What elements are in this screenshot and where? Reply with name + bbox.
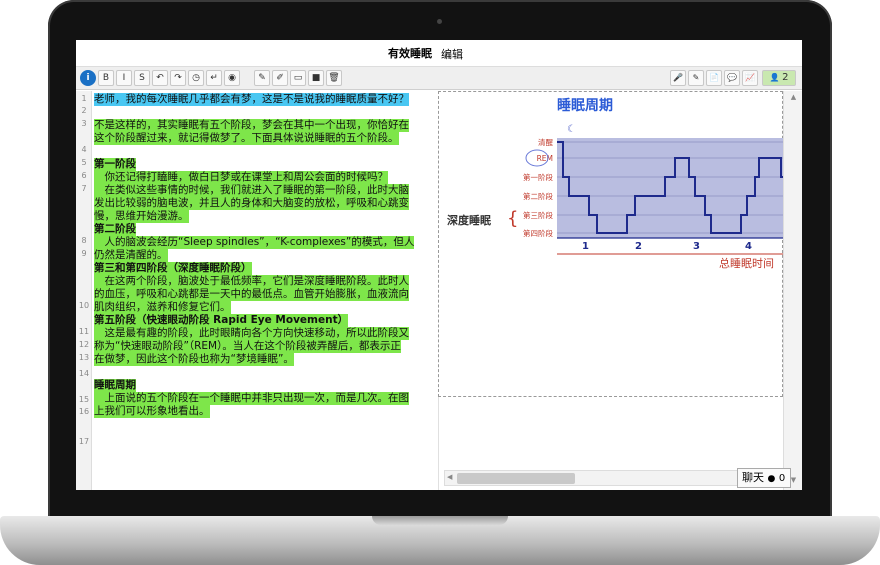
stage-label: 第三阶段 (523, 210, 553, 220)
rectangle-button[interactable]: ▭ (290, 70, 306, 86)
text-editor[interactable]: 老师，我的每次睡眠几乎都会有梦，这是不是说我的睡眠质量不好？ 不是这样的，其实睡眠… (94, 91, 438, 490)
editor-line: 睡眠周期 (94, 379, 136, 392)
horizontal-scrollbar[interactable]: ◀ (444, 470, 779, 486)
stage-label: 清醒 (538, 137, 553, 147)
line-number: 4 (81, 145, 87, 154)
line-number: 15 (78, 395, 90, 404)
strikethrough-button[interactable]: S (134, 70, 150, 86)
history-button[interactable]: ◷ (188, 70, 204, 86)
editor-line: 第三和第四阶段（深度睡眠阶段） (94, 262, 252, 275)
editor-line: 在做梦，因此这个阶段也称为“梦境睡眠”。 (94, 353, 294, 366)
sleep-cycle-diagram: 睡眠周期 ☾ 清醒 REM 第一阶段第二阶段第三阶段第四阶段 { 深度睡眠 1 2 3 4 总睡眠时间 (447, 98, 784, 270)
horizontal-scroll-thumb[interactable] (457, 473, 575, 484)
chat-count: 0 (778, 473, 786, 484)
editor-line: 这是最有趣的阶段，此时眼睛向各个方向快速移动，所以此阶段又 (94, 327, 409, 340)
editor-line: 称为“快速眼动阶段”（REM）。当人在这个阶段被弄醒后，都表示正 (94, 340, 401, 353)
brush-button[interactable]: ✐ (272, 70, 288, 86)
bold-button[interactable]: B (98, 70, 114, 86)
pencil-button[interactable]: ✎ (254, 70, 270, 86)
deep-sleep-label: 深度睡眠 (447, 213, 491, 227)
line-number: 12 (78, 340, 90, 349)
editor-line: 老师，我的每次睡眠几乎都会有梦，这是不是说我的睡眠质量不好？ (94, 93, 409, 106)
line-number: 5 (81, 158, 87, 167)
moon-icon: ☾ (567, 124, 576, 135)
line-number: 7 (81, 184, 87, 193)
editor-line: 慢，思维开始漫游。 (94, 210, 189, 223)
line-number: 16 (78, 407, 90, 416)
app-window: 有效睡眠 编辑 i B I S ↶ ↷ ◷ ↵ ◉ ✎ ✐ ▭ ■ 🗑 🎤 ✎ 📄 💬 📈 👤 2 123456789… (76, 40, 802, 490)
chat-label: 聊天 (742, 471, 764, 484)
microphone-icon[interactable]: 🎤 (670, 70, 686, 86)
info-icon: i (80, 70, 96, 86)
scroll-up-icon[interactable]: ▲ (784, 93, 802, 101)
editor-line: 第一阶段 (94, 158, 136, 171)
line-number: 3 (81, 119, 87, 128)
trash-button[interactable]: 🗑 (326, 70, 342, 86)
line-break-button[interactable]: ↵ (206, 70, 222, 86)
cycle-label: 3 (693, 241, 700, 252)
line-number: 2 (81, 106, 87, 115)
editor-line: 第二阶段 (94, 223, 136, 236)
laptop-base (0, 516, 880, 565)
editor-line: 在这两个阶段，脑波处于最低频率，它们是深度睡眠阶段。此时人 (94, 275, 409, 288)
stage-label: 第二阶段 (523, 191, 553, 201)
x-axis-label: 总睡眠时间 (719, 256, 774, 270)
line-number: 6 (81, 171, 87, 180)
document-title: 有效睡眠 (388, 47, 432, 60)
editor-line: 肌肉组织，滋养和修复它们。 (94, 301, 231, 314)
line-number-gutter: 1 2 3 4 5 6 7 8 9 10 11 12 13 14 15 16 17 (76, 91, 92, 490)
cycle-label: 1 (582, 241, 589, 252)
line-number: 13 (78, 353, 90, 362)
users-count: 2 (782, 72, 789, 83)
chart-icon[interactable]: 📈 (742, 70, 758, 86)
scroll-left-icon[interactable]: ◀ (447, 473, 452, 481)
sleep-cycle-image: 睡眠周期 ☾ 清醒 REM 第一阶段第二阶段第三阶段第四阶段 { 深度睡眠 1 2 3 4 总睡眠时间 (438, 91, 784, 397)
editor-line: 第五阶段（快速眼动阶段 Rapid Eye Movement） (94, 314, 349, 327)
deep-sleep-brace: { (507, 208, 518, 229)
users-button[interactable]: 👤 2 (762, 70, 796, 86)
document-icon[interactable]: 📄 (706, 70, 722, 86)
editor-line: 在类似这些事情的时候，我们就进入了睡眠的第一阶段，此时大脑 (94, 184, 409, 197)
webcam-icon (437, 19, 442, 24)
comment-icon[interactable]: 💬 (724, 70, 740, 86)
chart-title: 睡眠周期 (557, 98, 613, 114)
marker-icon[interactable]: ✎ (688, 70, 704, 86)
editor-line: 不是这样的，其实睡眠有五个阶段，梦会在其中一个出现，你恰好在 (94, 119, 409, 132)
line-number: 8 (81, 236, 87, 245)
vertical-scrollbar[interactable]: ▲ ▼ (783, 91, 802, 490)
editor-line: 仍然是清醒的。 (94, 249, 168, 262)
line-number: 14 (78, 369, 90, 378)
stage-label: 第四阶段 (523, 228, 553, 238)
laptop-notch (372, 516, 508, 525)
fill-button[interactable]: ■ (308, 70, 324, 86)
toolbar: i B I S ↶ ↷ ◷ ↵ ◉ ✎ ✐ ▭ ■ 🗑 🎤 ✎ 📄 💬 📈 👤 2 (76, 66, 802, 90)
undo-button[interactable]: ↶ (152, 70, 168, 86)
editor-line: 上面说的五个阶段在一个睡眠中并非只出现一次，而是几次。在图 (94, 392, 409, 405)
stage-label: REM (537, 154, 553, 163)
editor-line: 发出比较弱的脑电波，并且人的身体和大脑变的放松，呼吸和心跳变 (94, 197, 409, 210)
redo-button[interactable]: ↷ (170, 70, 186, 86)
settings-button[interactable]: ◉ (224, 70, 240, 86)
user-icon: 👤 (769, 73, 783, 82)
cycle-label: 2 (635, 241, 642, 252)
editor-line: 你还记得打瞌睡，做白日梦或在课堂上和周公会面的时候吗？ (94, 171, 388, 184)
line-number: 1 (81, 94, 87, 103)
editor-line: 这个阶段醒过来，就记得做梦了。下面具体说说睡眠的五个阶段。 (94, 132, 399, 145)
editor-line: 上我们可以形象地看出。 (94, 405, 210, 418)
menu-edit[interactable]: 编辑 (441, 46, 463, 62)
title-bar: 有效睡眠 编辑 (76, 40, 802, 66)
chart-band (557, 138, 784, 238)
italic-button[interactable]: I (116, 70, 132, 86)
chat-bubble-icon: ● (767, 474, 776, 484)
line-number: 11 (78, 327, 90, 336)
line-number: 9 (81, 249, 87, 258)
editor-line: 的血压，呼吸和心跳都是一天中的最低点。血管开始膨胀，血液流向 (94, 288, 409, 301)
stage-label: 第一阶段 (523, 172, 553, 182)
editor-line: 人的脑波会经历“Sleep spindles”，“K-complexes”的模式… (94, 236, 415, 249)
cycle-label: 4 (745, 241, 752, 252)
chat-button[interactable]: 聊天 ● 0 (737, 468, 791, 488)
line-number: 10 (78, 301, 90, 310)
line-number: 17 (78, 437, 90, 446)
